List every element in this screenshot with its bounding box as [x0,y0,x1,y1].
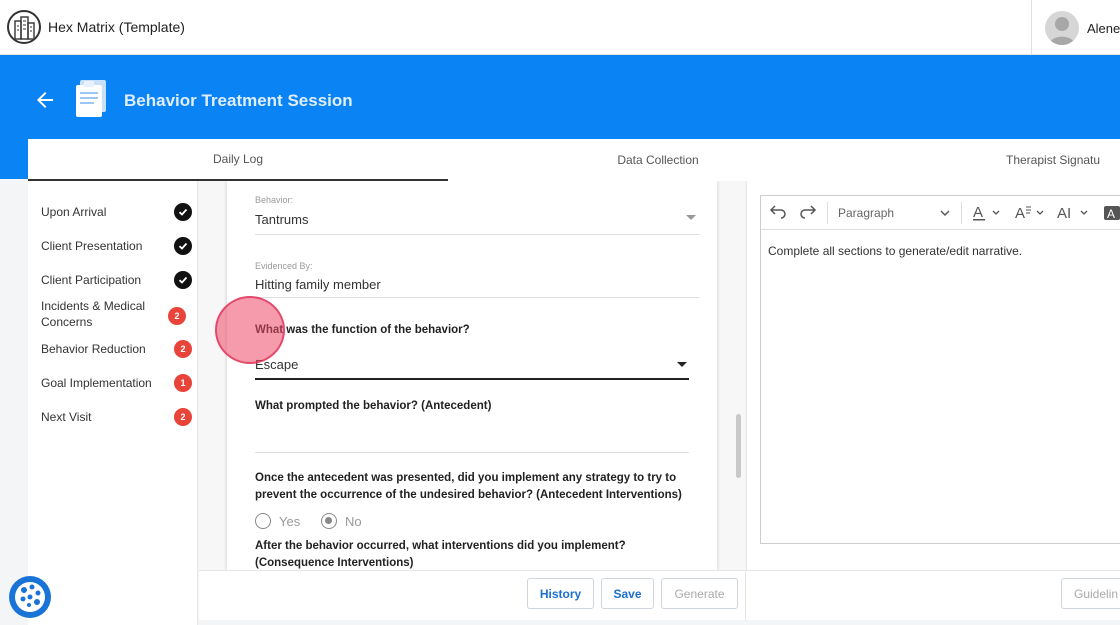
radio-no[interactable] [321,513,337,529]
paragraph-select[interactable]: Paragraph [838,203,952,223]
save-button[interactable]: Save [601,578,654,609]
tab-bar: Daily Log Data Collection Therapist Sign… [28,139,1120,181]
highlight-icon[interactable]: A [1103,203,1120,223]
sidebar-item-label: Behavior Reduction [41,342,146,356]
guidelines-button[interactable]: Guidelin [1061,578,1120,609]
chevron-down-icon [940,210,950,216]
tab-daily-log[interactable]: Daily Log [28,139,448,181]
form-area: Behavior: Tantrums Evidenced By: Hitting… [199,181,745,570]
bottom-divider [745,571,746,621]
radio-yes[interactable] [255,513,271,529]
function-dropdown-icon[interactable] [677,362,687,368]
behavior-form: Behavior: Tantrums Evidenced By: Hitting… [227,181,717,570]
sidebar-item-label: Client Presentation [41,239,143,253]
history-button[interactable]: History [527,578,594,609]
app-title: Hex Matrix (Template) [48,19,185,35]
svg-text:A: A [1015,205,1025,222]
sidebar-item-label: Upon Arrival [41,205,107,219]
sidebar-item-upon-arrival[interactable]: Upon Arrival [41,203,192,221]
sidebar-item-label: Next Visit [41,410,92,424]
antecedent-intervention-question-line1: Once the antecedent was presented, did y… [255,472,677,484]
arrow-left-icon[interactable] [33,88,57,112]
function-question: What was the function of the behavior? [255,324,470,336]
sidebar-item-goal-implementation[interactable]: Goal Implementation 1 [41,374,192,392]
text-format-icon[interactable]: AI [1057,203,1093,223]
top-app-bar: Hex Matrix (Template) Alene [0,0,1120,55]
behavior-select[interactable]: Tantrums [255,212,308,227]
tab-therapist-signature[interactable]: Therapist Signatu [1006,139,1120,181]
incidents-count-badge: 2 [168,307,186,325]
behavior-reduction-count-badge: 2 [174,340,192,358]
building-logo-icon[interactable] [7,10,41,44]
generate-button[interactable]: Generate [661,578,738,609]
narrative-text[interactable]: Complete all sections to generate/edit n… [768,244,1022,258]
editor-toolbar: Paragraph A A AI A [761,196,1120,230]
consequence-question-line1: After the behavior occurred, what interv… [255,540,626,552]
action-bar: History Save Generate Guidelin [199,570,1120,621]
next-visit-count-badge: 2 [174,408,192,426]
behavior-dropdown-icon[interactable] [686,215,696,221]
sidebar-item-next-visit[interactable]: Next Visit 2 [41,408,192,426]
svg-text:AI: AI [1057,205,1071,222]
evidenced-by-field[interactable]: Hitting family member [255,277,381,292]
svg-text:A: A [973,204,983,221]
radio-no-label[interactable]: No [345,514,362,529]
user-avatar-icon[interactable] [1045,11,1079,45]
toolbar-separator [961,202,962,224]
check-circle-icon [174,237,192,255]
goal-implementation-count-badge: 1 [174,374,192,392]
sidebar-item-behavior-reduction[interactable]: Behavior Reduction 2 [41,340,192,358]
page-title: Behavior Treatment Session [124,91,353,110]
consequence-question-line2: (Consequence Interventions) [255,557,414,569]
touch-indicator [215,296,285,364]
paragraph-label: Paragraph [838,206,895,220]
behavior-label: Behavior: [255,195,294,205]
user-divider [1031,0,1032,55]
form-scrollbar[interactable] [736,414,741,478]
sidebar-item-label: Goal Implementation [41,376,152,390]
redo-icon[interactable] [799,203,817,223]
svg-text:A: A [1107,207,1115,221]
sidebar-item-label: Incidents & Medical Concerns [41,299,146,329]
radio-yes-label[interactable]: Yes [279,514,300,529]
check-circle-icon [174,271,192,289]
narrative-editor[interactable]: Paragraph A A AI A Complete all sections… [760,195,1120,544]
evidenced-underline [255,297,699,298]
check-circle-icon [174,203,192,221]
undo-icon[interactable] [769,203,787,223]
behavior-underline [255,234,699,235]
evidenced-by-label: Evidenced By: [255,261,313,271]
font-color-icon[interactable]: A [973,203,1003,223]
antecedent-intervention-question-line2: prevent the occurrence of the undesired … [255,489,682,501]
sidebar-item-client-presentation[interactable]: Client Presentation [41,237,192,255]
document-icon [74,78,112,118]
user-name[interactable]: Alene [1087,21,1120,36]
font-size-icon[interactable]: A [1015,203,1049,223]
sidebar-item-incidents-medical[interactable]: Incidents & Medical Concerns [41,298,159,330]
toolbar-separator [827,202,828,224]
sidebar-item-client-participation[interactable]: Client Participation [41,271,192,289]
antecedent-question: What prompted the behavior? (Antecedent) [255,400,492,412]
accessibility-icon[interactable] [9,576,51,618]
function-underline [255,378,689,380]
section-nav: Upon Arrival Client Presentation Client … [28,181,198,625]
antecedent-underline [255,452,689,453]
tab-data-collection[interactable]: Data Collection [448,139,868,181]
sidebar-item-label: Client Participation [41,273,142,287]
narrative-panel: Paragraph A A AI A Complete all sections… [746,181,1120,570]
